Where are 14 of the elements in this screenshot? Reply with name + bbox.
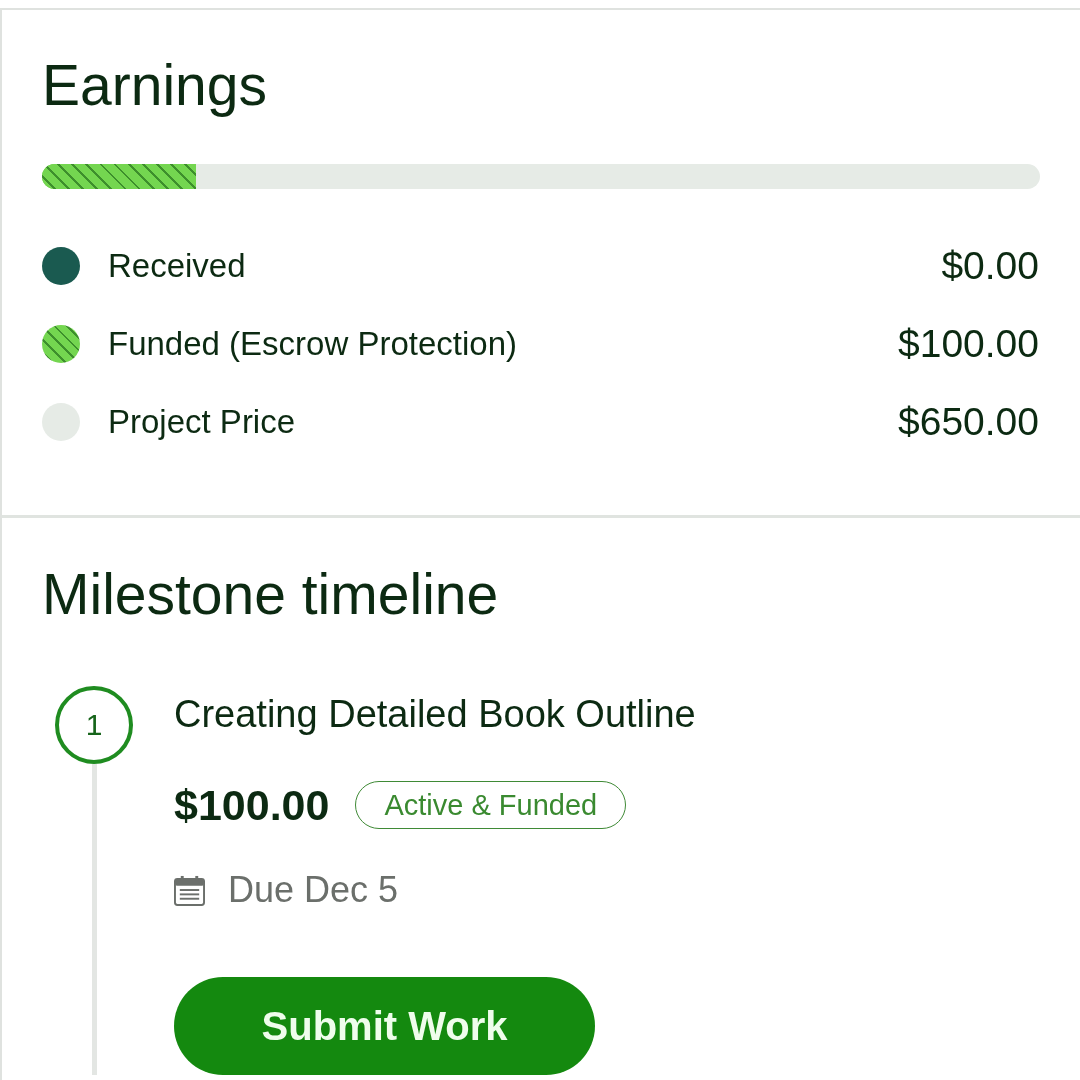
submit-work-button[interactable]: Submit Work: [174, 977, 595, 1075]
legend-label: Project Price: [108, 402, 296, 442]
amount-value: $100.00: [898, 321, 1039, 367]
step-number: 1: [55, 686, 133, 764]
section-title: Earnings: [42, 52, 267, 119]
section-title: Milestone timeline: [42, 561, 499, 628]
due-date: Due Dec 5: [228, 869, 399, 911]
milestone-amount: $100.00: [174, 780, 330, 831]
amount-value: $0.00: [941, 243, 1039, 289]
legend-label: Received: [108, 246, 246, 286]
legend-label: Funded (Escrow Protection): [108, 324, 517, 364]
milestone-title: Creating Detailed Book Outline: [174, 692, 696, 737]
amount-value: $650.00: [898, 399, 1039, 445]
calendar-icon: [174, 874, 205, 906]
